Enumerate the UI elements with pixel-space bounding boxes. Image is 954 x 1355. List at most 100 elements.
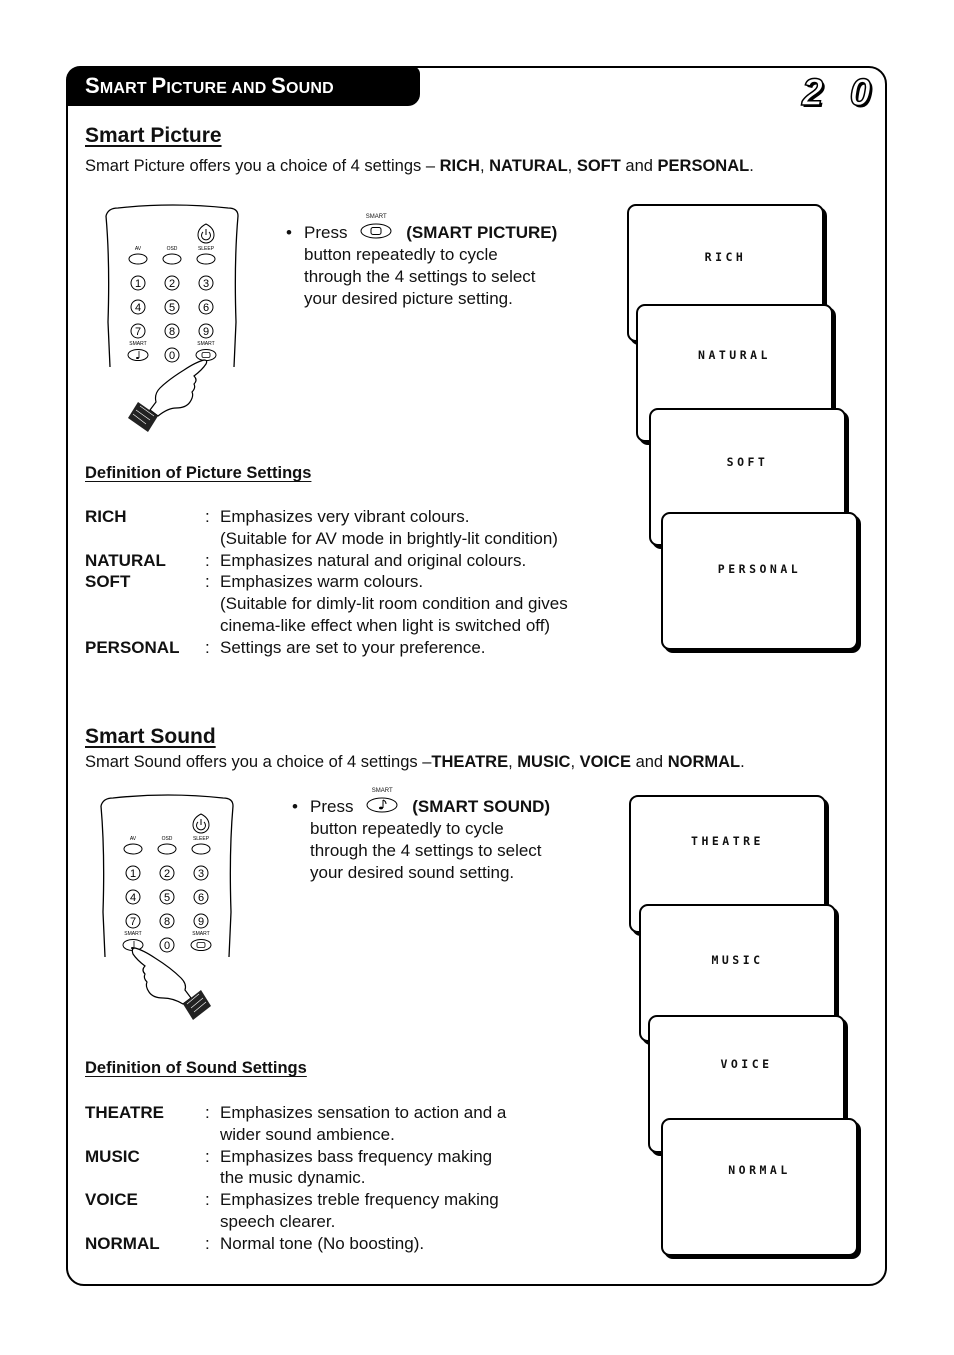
digit-label: 4 <box>135 302 141 314</box>
remote-button-label: SLEEP <box>193 836 210 842</box>
sep: . <box>740 753 745 771</box>
title-cap: S <box>271 73 286 98</box>
sep: , <box>479 157 490 175</box>
remote-digit-button[interactable]: 1 <box>125 865 141 881</box>
definition-description: Emphasizes warm colours. (Suitable for d… <box>220 572 568 635</box>
remote-digit-button[interactable]: 9 <box>198 323 214 339</box>
sep: and <box>620 157 658 175</box>
remote-smart-sound-button[interactable]: SMART <box>127 341 149 361</box>
pointing-hand-icon <box>128 359 208 432</box>
digit-label: 9 <box>203 326 209 338</box>
definition-description: Emphasizes sensation to action and a wid… <box>220 1103 507 1144</box>
smart-sound-heading: Smart Sound <box>85 725 216 748</box>
intro-text: Smart Picture offers you a choice of 4 s… <box>85 157 440 175</box>
remote-button-label: SMART <box>197 341 214 347</box>
remote-digit-button[interactable]: 5 <box>159 889 175 905</box>
definition-row: PERSONAL: Settings are set to your prefer… <box>85 637 568 659</box>
definition-colon: : <box>205 572 210 592</box>
remote-digit-button[interactable]: 6 <box>193 889 209 905</box>
button-name: (SMART PICTURE) <box>406 223 558 242</box>
remote-digit-button[interactable]: 4 <box>130 299 146 315</box>
remote-sleep-button[interactable]: SLEEP <box>191 836 211 855</box>
title-cap: S <box>85 73 100 98</box>
remote-av-button[interactable]: AV <box>128 246 148 265</box>
digit-label: 3 <box>198 868 204 880</box>
digit-label: 7 <box>135 326 141 338</box>
press-text: Press <box>304 223 348 242</box>
page-title: SMART PICTURE AND SOUND <box>85 73 334 99</box>
definition-term: NATURAL <box>85 550 166 570</box>
digit-label: 7 <box>130 916 136 928</box>
smart-picture-heading: Smart Picture <box>85 124 222 147</box>
option-soft: SOFT <box>576 157 621 175</box>
bullet: • <box>292 797 298 816</box>
remote-smart-picture-button[interactable]: SMART <box>190 931 212 951</box>
definition-term: VOICE <box>85 1190 138 1210</box>
remote-digit-button[interactable]: 1 <box>130 275 146 291</box>
digit-label: 0 <box>164 940 170 952</box>
definition-colon: : <box>205 507 210 526</box>
remote-digit-button[interactable]: 2 <box>159 865 175 881</box>
page-number: 2 0 <box>801 71 879 115</box>
smart-sound-button: SMART <box>366 788 398 814</box>
remote-digit-button[interactable]: 7 <box>130 323 146 339</box>
remote-smart-picture-button[interactable]: SMART <box>195 341 217 361</box>
screen-label: SOFT <box>726 455 769 469</box>
digit-label: 1 <box>135 278 141 290</box>
remote-button-label: AV <box>135 246 142 252</box>
button-name: (SMART SOUND) <box>412 797 551 816</box>
remote-digit-button[interactable]: 7 <box>125 913 141 929</box>
remote-osd-button[interactable]: OSD <box>157 836 177 855</box>
remote-osd-button[interactable]: OSD <box>162 246 182 265</box>
digit-label: 2 <box>169 278 175 290</box>
digit-label: 0 <box>169 350 175 362</box>
remote-av-button[interactable]: AV <box>123 836 143 855</box>
definition-description: Emphasizes bass frequency making the mus… <box>220 1146 493 1188</box>
power-button-icon[interactable] <box>197 223 215 244</box>
remote-digit-button[interactable]: 5 <box>164 299 180 315</box>
definition-colon: : <box>205 1190 210 1210</box>
remote-digit-button[interactable]: 4 <box>125 889 141 905</box>
option-rich: RICH <box>439 157 480 175</box>
bullet: • <box>286 223 292 242</box>
remote-digit-button[interactable]: 8 <box>164 323 180 339</box>
remote-button-label: SMART <box>124 931 141 937</box>
definition-row: THEATRE: Emphasizes sensation to action a… <box>85 1102 506 1146</box>
remote-digit-button[interactable]: 6 <box>198 299 214 315</box>
remote-button-label: SLEEP <box>198 246 215 252</box>
definition-colon: : <box>205 1146 210 1166</box>
section-title-bar: SMART PICTURE AND SOUND <box>66 66 420 106</box>
option-natural: NATURAL <box>489 157 568 175</box>
definition-term: THEATRE <box>85 1103 165 1122</box>
remote-digit-button[interactable]: 8 <box>159 913 175 929</box>
instruction-line: your desired picture setting. <box>304 289 513 308</box>
screen-label: THEATRE <box>691 834 764 848</box>
instruction-line: your desired sound setting. <box>310 863 515 882</box>
pointing-hand-icon <box>131 947 211 1020</box>
definition-colon: : <box>205 1103 210 1122</box>
power-button-icon[interactable] <box>192 813 210 834</box>
smart-picture-intro: Smart Picture offers you a choice of 4 s… <box>85 157 754 176</box>
instruction-line: button repeatedly to cycle <box>310 819 504 838</box>
screen-label: RICH <box>704 250 747 264</box>
sep: and <box>630 753 668 771</box>
digit-label: 1 <box>130 868 136 880</box>
remote-smart-sound-button[interactable]: SMART <box>122 931 144 951</box>
smart-sound-intro: Smart Sound offers you a choice of 4 set… <box>85 753 745 772</box>
sound-definitions-heading: Definition of Sound Settings <box>85 1059 307 1077</box>
remote-digit-button[interactable]: 0 <box>159 937 175 953</box>
option-theatre: THEATRE <box>431 753 509 771</box>
definition-term: RICH <box>85 507 127 526</box>
remote-digit-button[interactable]: 0 <box>164 347 180 363</box>
digit-label: 5 <box>169 302 175 314</box>
remote-digit-button[interactable]: 3 <box>198 275 214 291</box>
screen-card: PERSONAL <box>661 512 858 650</box>
digit-label: 6 <box>203 302 209 314</box>
remote-digit-button[interactable]: 3 <box>193 865 209 881</box>
remote-control-illustration-sound: AV OSD SLEEP 1 2 3 4 5 6 7 8 9 0 SMART SMART <box>100 794 234 1020</box>
remote-sleep-button[interactable]: SLEEP <box>196 246 216 265</box>
remote-digit-button[interactable]: 9 <box>193 913 209 929</box>
press-text: Press <box>310 797 354 816</box>
definition-description: Emphasizes very vibrant colours. (Suitab… <box>220 507 558 548</box>
remote-digit-button[interactable]: 2 <box>164 275 180 291</box>
